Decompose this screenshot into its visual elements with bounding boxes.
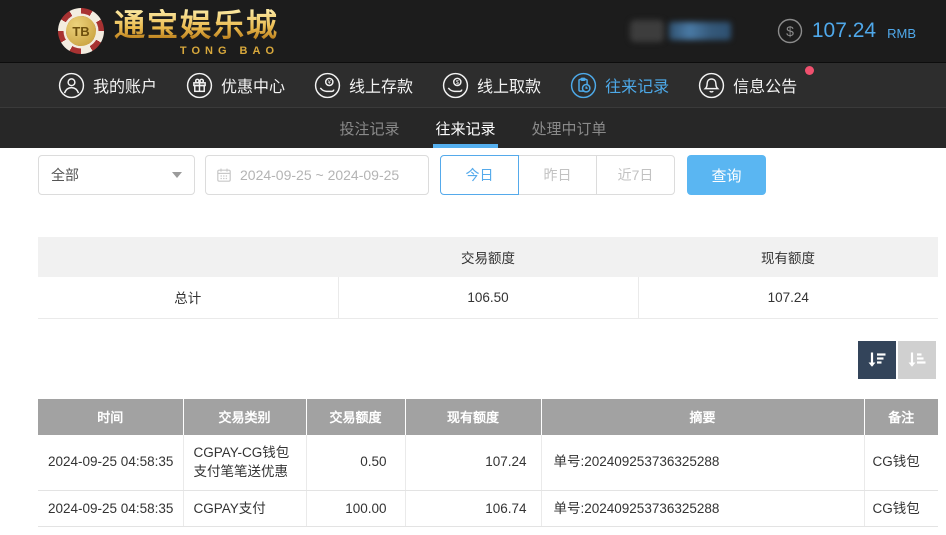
notification-dot	[805, 66, 814, 75]
quick-range-last7days-button[interactable]: 近7日	[596, 155, 675, 195]
nav-item-deposit[interactable]: ¥ 线上存款	[314, 72, 413, 99]
records-header-time: 时间	[38, 399, 183, 435]
record-time: 2024-09-25 04:58:35	[38, 490, 183, 527]
balance-currency: RMB	[887, 26, 916, 41]
cutoff-row-cell	[38, 527, 938, 535]
site-logo[interactable]: TB 通宝娱乐城 TONG BAO	[58, 8, 279, 54]
nav-label: 线上取款	[477, 73, 541, 97]
search-button[interactable]: 查询	[687, 155, 766, 195]
nav-label: 优惠中心	[221, 73, 285, 97]
main-nav: 我的账户 优惠中心 ¥ 线上存款	[0, 62, 946, 107]
nav-label: 信息公告	[733, 73, 797, 97]
header-right: $ 107.24 RMB	[630, 18, 916, 44]
nav-label: 我的账户	[93, 73, 157, 97]
record-balance: 107.24	[405, 435, 541, 491]
nav-item-announcements[interactable]: 信息公告	[698, 72, 797, 99]
sort-descending-button[interactable]	[858, 341, 896, 379]
quick-range-today-button[interactable]: 今日	[440, 155, 519, 195]
sort-ascending-icon	[905, 348, 929, 372]
calendar-icon	[216, 167, 232, 183]
tab-pending-orders[interactable]: 处理中订单	[530, 108, 609, 148]
nav-label: 往来记录	[605, 73, 669, 97]
nav-item-withdraw[interactable]: $ 线上取款	[442, 72, 541, 99]
sort-ascending-button[interactable]	[898, 341, 936, 379]
gift-icon	[186, 72, 213, 99]
summary-table: 交易额度 现有额度 总计 106.50 107.24	[38, 237, 938, 319]
sort-controls	[0, 341, 936, 379]
records-table: 时间 交易类别 交易额度 现有额度 摘要 备注 2024-09-25 04:58…	[38, 399, 938, 535]
tab-transaction-records[interactable]: 往来记录	[433, 108, 497, 148]
table-row: 2024-09-25 04:58:35 CGPAY-CG钱包支付笔笔送优惠 0.…	[38, 435, 938, 491]
sort-descending-icon	[865, 348, 889, 372]
records-header-amount: 交易额度	[306, 399, 405, 435]
summary-transaction-total: 106.50	[338, 277, 638, 318]
casino-chip-icon: TB	[58, 8, 104, 54]
records-header-summary: 摘要	[541, 399, 864, 435]
record-amount: 0.50	[306, 435, 405, 491]
filter-row: 全部 2024-09-25 ~ 2024-09-25 今日 昨日 近7日 查询	[38, 155, 946, 195]
subtab-bar: 投注记录 往来记录 处理中订单	[0, 107, 946, 148]
username-blur	[669, 22, 731, 40]
record-summary: 单号:202409253736325288	[541, 435, 864, 491]
record-time: 2024-09-25 04:58:35	[38, 435, 183, 491]
records-header-row: 时间 交易类别 交易额度 现有额度 摘要 备注	[38, 399, 938, 435]
records-header-balance: 现有额度	[405, 399, 541, 435]
deposit-hand-coin-icon: ¥	[314, 72, 341, 99]
record-balance: 106.74	[405, 490, 541, 527]
record-amount: 100.00	[306, 490, 405, 527]
svg-text:$: $	[786, 23, 794, 39]
date-range-input[interactable]: 2024-09-25 ~ 2024-09-25	[205, 155, 429, 195]
quick-range-yesterday-button[interactable]: 昨日	[518, 155, 597, 195]
logo-text: 通宝娱乐城 TONG BAO	[114, 9, 279, 53]
chevron-down-icon	[172, 172, 182, 178]
logo-title: 通宝娱乐城	[114, 9, 279, 43]
summary-total-row: 总计 106.50 107.24	[38, 277, 938, 318]
record-type: CGPAY-CG钱包支付笔笔送优惠	[183, 435, 306, 491]
nav-item-my-account[interactable]: 我的账户	[58, 72, 157, 99]
summary-header-row: 交易额度 现有额度	[38, 237, 938, 277]
record-type: CGPAY支付	[183, 490, 306, 527]
records-header-type: 交易类别	[183, 399, 306, 435]
bell-icon	[698, 72, 725, 99]
balance-display: $ 107.24 RMB	[777, 18, 916, 44]
record-summary: 单号:202409253736325288	[541, 490, 864, 527]
user-icon	[58, 72, 85, 99]
withdraw-hand-coin-icon: $	[442, 72, 469, 99]
nav-item-transaction-records[interactable]: 往来记录	[570, 72, 669, 99]
avatar-blur	[630, 20, 664, 42]
logo-subtitle: TONG BAO	[180, 45, 279, 57]
summary-header-empty	[38, 237, 338, 277]
record-note: CG钱包	[864, 490, 938, 527]
summary-header-transaction: 交易额度	[338, 237, 638, 277]
date-range-value: 2024-09-25 ~ 2024-09-25	[240, 167, 399, 183]
transaction-records-icon	[570, 72, 597, 99]
type-select[interactable]: 全部	[38, 155, 195, 195]
nav-item-promotions[interactable]: 优惠中心	[186, 72, 285, 99]
nav-label: 线上存款	[349, 73, 413, 97]
summary-total-label: 总计	[38, 277, 338, 318]
type-select-value: 全部	[51, 165, 79, 185]
dollar-circle-icon: $	[777, 18, 803, 44]
chip-monogram: TB	[66, 16, 96, 46]
username-blurred	[630, 20, 731, 42]
top-header: TB 通宝娱乐城 TONG BAO $ 107.24 RMB	[0, 0, 946, 62]
record-note: CG钱包	[864, 435, 938, 491]
balance-amount: 107.24	[812, 19, 876, 43]
summary-balance-total: 107.24	[638, 277, 938, 318]
records-header-note: 备注	[864, 399, 938, 435]
table-row: 2024-09-25 04:58:35 CGPAY支付 100.00 106.7…	[38, 490, 938, 527]
summary-header-balance: 现有额度	[638, 237, 938, 277]
tab-betting-records[interactable]: 投注记录	[337, 108, 401, 148]
table-row-cutoff	[38, 527, 938, 535]
quick-range-group: 今日 昨日 近7日	[440, 155, 675, 195]
